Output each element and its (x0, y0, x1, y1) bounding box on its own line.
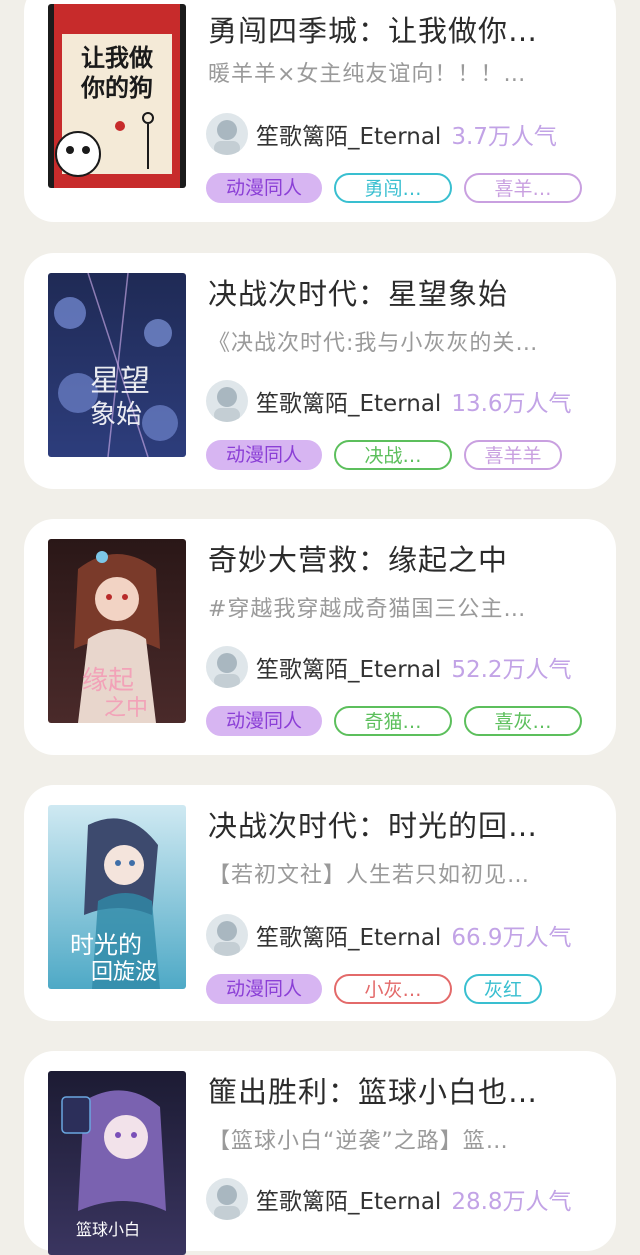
svg-text:回旋波: 回旋波 (91, 960, 157, 985)
category-tag[interactable]: 动漫同人 (206, 440, 322, 470)
svg-text:你的狗: 你的狗 (80, 74, 153, 102)
tag[interactable]: 喜羊羊 (464, 440, 562, 470)
tag-list: 动漫同人 决战… 喜羊羊 (206, 439, 574, 471)
tag[interactable]: 喜羊… (464, 173, 582, 203)
svg-text:之中: 之中 (104, 696, 148, 721)
book-title[interactable]: 奇妙大营救：缘起之中 (208, 541, 588, 579)
svg-text:缘起: 缘起 (82, 666, 134, 696)
svg-text:篮球小白: 篮球小白 (76, 1220, 140, 1239)
book-title[interactable]: 决战次时代：星望象始 (208, 275, 588, 313)
book-cover[interactable]: 缘起 之中 (48, 539, 186, 723)
popularity-count: 28.8万人气 (451, 1189, 572, 1215)
tag[interactable]: 勇闯… (334, 173, 452, 203)
book-title[interactable]: 决战次时代：时光的回… (208, 807, 588, 845)
tag[interactable]: 灰红 (464, 974, 542, 1004)
author-name[interactable]: 笙歌篱陌_Eternal (256, 384, 441, 418)
tag-list: 动漫同人 小灰… 灰红 (206, 973, 554, 1005)
popularity-count: 3.7万人气 (451, 124, 557, 150)
book-description: #穿越我穿越成奇猫国三公主… (208, 597, 527, 622)
svg-text:星望: 星望 (90, 364, 150, 399)
tag[interactable]: 喜灰… (464, 706, 582, 736)
author-avatar[interactable] (206, 914, 248, 956)
tag[interactable]: 奇猫… (334, 706, 452, 736)
author-avatar[interactable] (206, 113, 248, 155)
author-row: 笙歌篱陌_Eternal 52.2万人气 (206, 645, 596, 689)
author-name[interactable]: 笙歌篱陌_Eternal (256, 918, 441, 952)
author-avatar[interactable] (206, 380, 248, 422)
author-avatar[interactable] (206, 646, 248, 688)
author-avatar[interactable] (206, 1178, 248, 1220)
author-name[interactable]: 笙歌篱陌_Eternal (256, 117, 441, 151)
svg-text:时光的: 时光的 (70, 931, 142, 959)
popularity-count: 52.2万人气 (451, 657, 572, 683)
book-card[interactable]: 星望 象始 决战次时代：星望象始 《决战次时代:我与小灰灰的关… 笙歌篱陌_Et… (24, 253, 616, 489)
author-row: 笙歌篱陌_Eternal 13.6万人气 (206, 379, 596, 423)
category-tag[interactable]: 动漫同人 (206, 974, 322, 1004)
tag-list: 动漫同人 勇闯… 喜羊… (206, 172, 594, 204)
book-description: 暖羊羊×女主纯友谊向！！！… (208, 62, 527, 87)
book-cover[interactable]: 篮球小白 (48, 1071, 186, 1255)
tag[interactable]: 决战… (334, 440, 452, 470)
author-row: 笙歌篱陌_Eternal 66.9万人气 (206, 913, 596, 957)
category-tag[interactable]: 动漫同人 (206, 706, 322, 736)
category-tag[interactable]: 动漫同人 (206, 173, 322, 203)
book-cover[interactable]: 时光的 回旋波 (48, 805, 186, 989)
book-description: 【若初文社】人生若只如初见… (208, 863, 531, 888)
popularity-count: 13.6万人气 (451, 391, 572, 417)
book-cover[interactable]: 让我做 你的狗 (48, 4, 186, 188)
book-card[interactable]: 篮球小白 篚出胜利：篮球小白也… 【篮球小白“逆袭”之路】篮… 笙歌篱陌_Ete… (24, 1051, 616, 1255)
book-card[interactable]: 让我做 你的狗 勇闯四季城：让我做你… 暖羊羊×女主纯友谊向！！！… 笙歌篱陌_… (24, 0, 616, 222)
tag[interactable]: 小灰… (334, 974, 452, 1004)
svg-text:让我做: 让我做 (81, 44, 153, 72)
popularity-count: 66.9万人气 (451, 925, 572, 951)
author-row: 笙歌篱陌_Eternal 3.7万人气 (206, 112, 596, 156)
book-card[interactable]: 缘起 之中 奇妙大营救：缘起之中 #穿越我穿越成奇猫国三公主… 笙歌篱陌_Ete… (24, 519, 616, 755)
svg-text:象始: 象始 (90, 400, 142, 430)
tag-list: 动漫同人 奇猫… 喜灰… (206, 705, 594, 737)
book-title[interactable]: 篚出胜利：篮球小白也… (208, 1073, 588, 1111)
book-card[interactable]: 时光的 回旋波 决战次时代：时光的回… 【若初文社】人生若只如初见… 笙歌篱陌_… (24, 785, 616, 1021)
book-description: 《决战次时代:我与小灰灰的关… (208, 331, 539, 356)
author-row: 笙歌篱陌_Eternal 28.8万人气 (206, 1177, 596, 1221)
book-title[interactable]: 勇闯四季城：让我做你… (208, 12, 588, 50)
book-description: 【篮球小白“逆袭”之路】篮… (208, 1129, 509, 1154)
author-name[interactable]: 笙歌篱陌_Eternal (256, 650, 441, 684)
author-name[interactable]: 笙歌篱陌_Eternal (256, 1182, 441, 1216)
book-cover[interactable]: 星望 象始 (48, 273, 186, 457)
